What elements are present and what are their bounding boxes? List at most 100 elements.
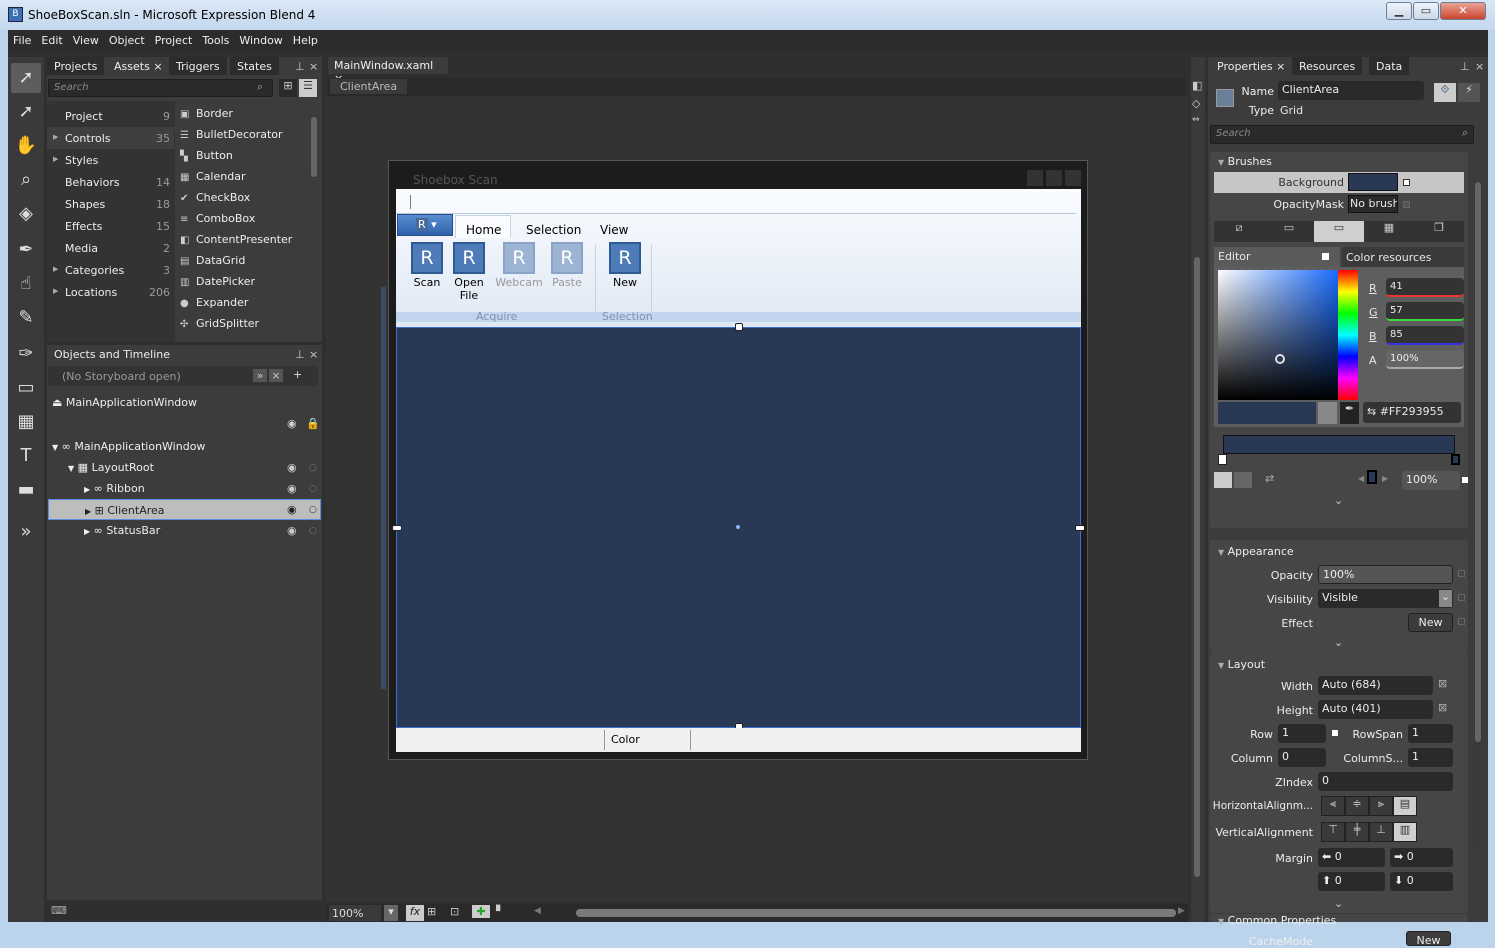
camera-orbit-icon[interactable]: ◈ [11,199,41,229]
name-input[interactable]: ClientArea [1278,81,1424,100]
set-auto-icon[interactable]: ⊠ [1438,677,1447,690]
advanced-options-icon[interactable] [1332,730,1338,736]
show-grid-icon[interactable]: ⊞ [427,905,436,918]
margin-right-input[interactable]: ➡ 0 [1390,848,1453,867]
menu-tools[interactable]: Tools [197,30,234,47]
row-input[interactable]: 1 [1278,724,1326,743]
asset-datagrid[interactable]: ▤ DataGrid [180,254,245,267]
brush-resources-icon[interactable]: ❐ [1414,221,1464,242]
margin-top-input[interactable]: ⬆ 0 [1318,872,1385,891]
category-categories[interactable]: ▶ Categories 3 [47,259,174,281]
row-ruler[interactable] [381,287,386,689]
scope-root[interactable]: ⏏ MainApplicationWindow [52,392,197,413]
eye-icon[interactable]: ◉ [287,461,297,474]
margin-left-input[interactable]: ⬅ 0 [1318,848,1385,867]
appearance-header[interactable]: ▼ Appearance [1218,545,1294,558]
effect-new-button[interactable]: New [1408,613,1453,632]
webcam-button[interactable]: R Webcam [494,242,544,289]
pin-icon[interactable]: ⊥ [1460,60,1470,73]
lock-toggle-icon[interactable]: ○ [309,463,317,473]
opacity-input[interactable]: 100% [1318,565,1453,584]
category-media[interactable]: Media 2 [47,237,174,259]
editor-tab[interactable]: Editor [1214,247,1340,267]
dropdown-arrow-icon[interactable]: ⌄ [1439,590,1452,607]
align-bottom-icon[interactable]: ⊥ [1369,822,1393,842]
height-input[interactable]: Auto (401) [1318,700,1433,719]
asset-expander[interactable]: ● Expander [180,296,248,309]
color-resources-tab[interactable]: Color resources [1342,247,1464,267]
set-auto-icon[interactable]: ⊠ [1438,701,1447,714]
alpha-slider[interactable]: 100% [1386,350,1464,369]
assets-scrollbar[interactable] [311,117,317,177]
resize-handle-right[interactable] [1075,525,1085,531]
asset-datepicker[interactable]: ▥ DatePicker [180,275,255,288]
design-view-icon[interactable]: ◧ [1192,79,1202,92]
tab-triggers[interactable]: Triggers [169,57,227,75]
eye-icon[interactable]: ◉ [287,417,297,430]
close-storyboard-icon[interactable]: × [269,369,283,382]
selection-tool-icon[interactable]: ➚ [11,63,41,93]
zindex-input[interactable]: 0 [1318,772,1453,791]
align-vstretch-icon[interactable]: ▥ [1393,822,1417,842]
align-middle-icon[interactable]: ╪ [1345,822,1369,842]
tree-item-statusbar[interactable]: ▶ ∞ StatusBar [84,520,317,541]
advanced-options-icon[interactable] [1458,570,1465,577]
advanced-options-icon[interactable] [1458,618,1465,625]
expand-more-icon[interactable]: ⌄ [1334,494,1343,507]
tab-resources[interactable]: Resources [1292,57,1363,75]
category-project[interactable]: Project 9 [47,105,174,127]
linear-gradient-icon[interactable] [1214,472,1232,488]
align-center-icon[interactable]: ≑ [1345,796,1369,816]
eyedropper-icon[interactable]: ✒ [11,235,41,265]
pen-icon[interactable]: ✑ [11,339,41,369]
vertical-scrollbar[interactable] [1194,257,1200,877]
menu-help[interactable]: Help [288,30,323,47]
rowspan-input[interactable]: 1 [1408,724,1453,743]
split-view-icon[interactable]: ⇔ [1192,115,1200,125]
advanced-options-icon[interactable] [1403,179,1410,186]
margin-bottom-input[interactable]: ⬇ 0 [1390,872,1453,891]
timeline-toggle-icon[interactable]: ⌨ [51,904,67,917]
ribbon-tab-home[interactable]: Home [466,223,501,237]
category-shapes[interactable]: Shapes 18 [47,193,174,215]
category-styles[interactable]: ▶ Styles [47,149,174,171]
asset-border[interactable]: ▣ Border [180,107,233,120]
expand-arrow-icon[interactable]: ▶ [85,507,91,516]
asset-combobox[interactable]: ≡ ComboBox [180,212,255,225]
tree-item-ribbon[interactable]: ▶ ∞ Ribbon [84,478,317,499]
advanced-options-icon[interactable] [1458,594,1465,601]
close-button[interactable]: ✕ [1440,2,1486,20]
editor-options-icon[interactable] [1322,253,1329,260]
client-area[interactable] [396,327,1081,728]
asset-contentpresenter[interactable]: ◧ ContentPresenter [180,233,292,246]
close-panel-icon[interactable]: × [309,348,318,361]
menu-edit[interactable]: Edit [36,30,67,47]
tree-item-clientarea[interactable]: ▶ ⊞ ClientArea [48,499,321,520]
open-file-button[interactable]: R Open File [448,242,490,302]
horizontal-scrollbar[interactable] [576,909,1176,917]
assets-expander-icon[interactable]: » [11,517,41,547]
gradient-bar[interactable] [1223,435,1455,454]
zoom-input[interactable]: 100% [329,905,381,921]
expand-arrow-icon[interactable]: ▶ [84,485,90,494]
asset-button[interactable]: ▚ Button [180,149,233,162]
xaml-view-icon[interactable]: ◇ [1192,97,1200,110]
opacitymask-value[interactable]: No brush [1348,195,1398,213]
red-slider[interactable]: 41 [1386,278,1464,297]
tab-properties[interactable]: Properties × [1210,57,1293,75]
advanced-options-icon[interactable] [1403,201,1410,208]
asset-checkbox[interactable]: ✔ CheckBox [180,191,250,204]
scan-button[interactable]: R Scan [405,242,449,289]
category-locations[interactable]: ▶ Locations 206 [47,281,174,303]
pin-icon[interactable]: ⊥ [295,348,305,361]
resize-handle-top[interactable] [735,323,743,331]
properties-mode-icon[interactable]: ⟐ [1434,83,1456,102]
lock-toggle-icon[interactable]: ○ [309,484,317,494]
eyedropper-icon[interactable]: ✒ [1340,402,1359,424]
visibility-select[interactable]: Visible [1318,589,1453,608]
paint-bucket-icon[interactable]: ☝ [11,269,41,299]
category-controls[interactable]: ▶ Controls 35 [47,127,174,149]
tree-item-layoutroot[interactable]: ▼ ▦ LayoutRoot [68,457,317,478]
no-brush-icon[interactable]: ⧄ [1214,221,1264,242]
close-tab-icon[interactable]: × [1276,60,1285,73]
